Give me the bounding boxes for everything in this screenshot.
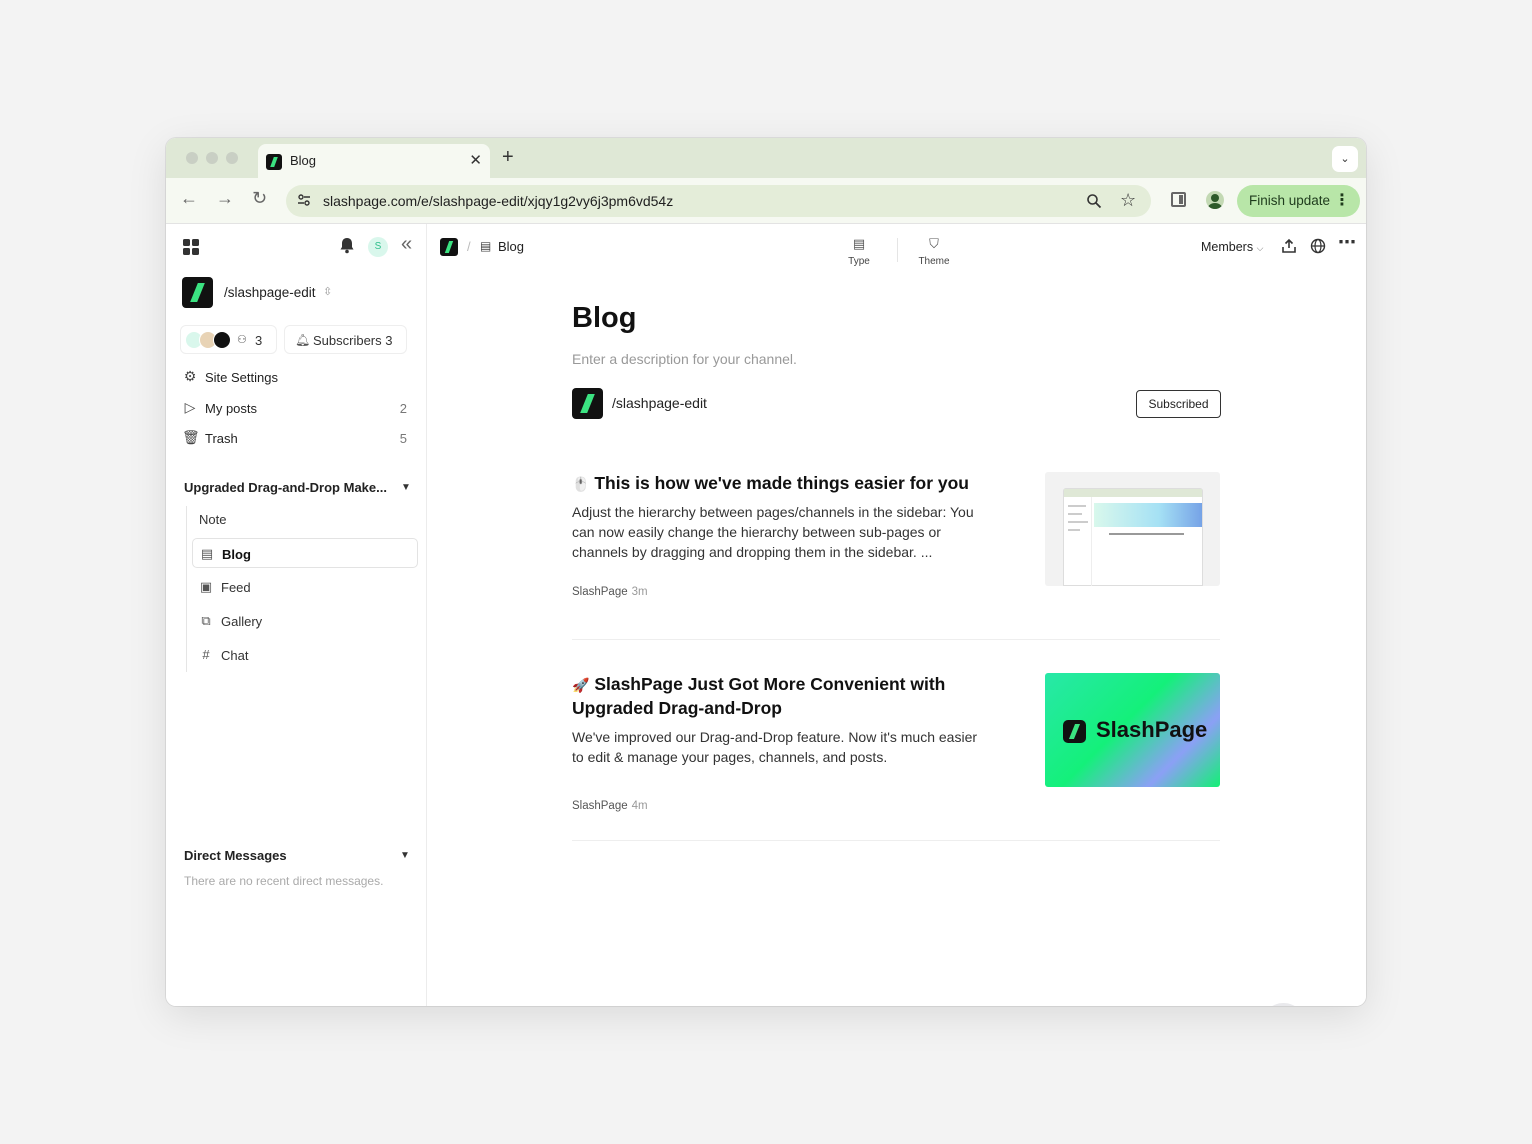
members-chip[interactable]: ⚇ 3 [180,325,277,354]
post-meta: SlashPage 4m [572,800,648,812]
post-card[interactable]: 🚀 SlashPage Just Got More Convenient wit… [572,673,1220,841]
type-icon: ▤ [852,236,866,251]
tree-item-chat[interactable]: # Chat [192,640,418,670]
tree-guide-line [186,506,187,672]
blog-icon: ▤ [200,546,214,561]
subscribers-label: Subscribers 3 [313,333,393,348]
tab-title: Blog [290,153,317,168]
globe-icon[interactable] [1310,238,1326,254]
close-window-button[interactable] [186,152,198,164]
site-logo [182,277,213,308]
breadcrumb-site-logo[interactable] [440,238,458,256]
channel-logo [572,388,603,419]
forward-icon[interactable]: → [216,188,234,209]
menu-my-posts[interactable]: ▷ My posts 2 [182,396,412,422]
caret-down-icon[interactable]: ▼ [400,850,410,861]
post-thumbnail[interactable]: SlashPage [1045,673,1220,787]
type-button[interactable]: ▤ Type [829,236,889,267]
subscribed-button[interactable]: Subscribed [1136,390,1221,418]
post-meta: SlashPage 3m [572,586,648,598]
person-icon: ⚇ [237,334,247,346]
members-dropdown[interactable]: Members ⌵ [1201,240,1263,254]
my-posts-count: 2 [399,401,407,416]
tree-item-blog[interactable]: ▤ Blog [192,538,418,568]
reload-icon[interactable]: ↻ [252,188,267,209]
site-settings-icon[interactable] [297,193,311,207]
channel-description-input[interactable]: Enter a description for your channel. [572,351,797,367]
theme-button[interactable]: ⛉ Theme [904,236,964,267]
section-title[interactable]: Upgraded Drag-and-Drop Make... [184,480,387,495]
profile-icon[interactable] [1206,191,1224,209]
browser-tab-blog[interactable]: Blog ✕ [258,144,490,178]
browser-window: Blog ✕ + ⌄ ← → ↻ slashpage.com/e/slashpa… [166,138,1366,1006]
members-count: 3 [255,333,263,348]
direct-messages-title[interactable]: Direct Messages [184,848,287,863]
dm-empty-text: There are no recent direct messages. [184,874,384,888]
tab-close-icon[interactable]: ✕ [469,151,482,169]
caret-down-icon[interactable]: ▼ [401,482,411,493]
breadcrumb-separator: / [467,239,471,254]
share-upload-icon[interactable] [1281,238,1297,254]
menu-trash[interactable]: 🗑︎ Trash 5 [182,426,412,452]
user-avatar[interactable]: S [368,237,388,257]
post-card[interactable]: 🖱️ This is how we've made things easier … [572,472,1220,640]
chevron-down-icon: ⌵ [1256,243,1264,253]
page-title: Blog [572,302,637,334]
zoom-icon[interactable] [1086,193,1102,209]
trash-icon: 🗑︎ [182,429,200,445]
bookmark-star-icon[interactable]: ☆ [1120,190,1136,211]
browser-toolbar: ← → ↻ slashpage.com/e/slashpage-edit/xjq… [166,178,1366,224]
tree-item-note[interactable]: Note [192,504,418,534]
address-bar[interactable]: slashpage.com/e/slashpage-edit/xjqy1g2vy… [286,185,1151,217]
maximize-window-button[interactable] [226,152,238,164]
finish-update-button[interactable]: Finish update ⋮ [1237,185,1360,217]
minimize-window-button[interactable] [206,152,218,164]
member-avatar [213,331,231,349]
collapse-sidebar-icon[interactable]: « [401,233,412,256]
tree-item-feed[interactable]: ▣ Feed [192,572,418,602]
bell-outline-icon: 🔔︎ [295,333,311,347]
more-horizontal-icon[interactable]: ⋯ [1338,232,1356,253]
notification-bell-icon[interactable] [339,237,355,254]
sidebar: S « /slashpage-edit ⇳ ⚇ 3 🔔︎ Subscribers… [166,224,427,1006]
hash-icon: # [202,647,210,662]
site-name[interactable]: /slashpage-edit [224,285,316,300]
paint-brush-icon: ⛉ [929,236,939,251]
url-text[interactable]: slashpage.com/e/slashpage-edit/xjqy1g2vy… [323,193,673,209]
toolbar-divider [897,238,898,262]
side-panel-icon[interactable] [1171,192,1186,207]
finish-update-label: Finish update [1249,193,1331,208]
breadcrumb-title[interactable]: Blog [498,239,524,254]
send-icon: ▷ [184,399,196,415]
post-excerpt: Adjust the hierarchy between pages/chann… [572,504,974,560]
slashpage-logo-icon [1063,720,1086,743]
feed-icon: ▣ [199,579,213,594]
tab-strip: Blog ✕ + ⌄ [166,138,1366,178]
slashpage-favicon-icon [266,154,282,170]
menu-site-settings[interactable]: ⚙ Site Settings [182,365,412,391]
subscribers-chip[interactable]: 🔔︎ Subscribers 3 [284,325,407,354]
apps-grid-icon[interactable] [183,239,199,255]
post-title[interactable]: 🖱️ This is how we've made things easier … [572,472,982,496]
gear-icon: ⚙ [183,368,197,384]
post-excerpt: We've improved our Drag-and-Drop feature… [572,729,978,765]
trash-count: 5 [399,431,407,446]
screenshot-thumbnail [1063,488,1203,586]
tree-item-gallery[interactable]: ⧉ Gallery [192,606,418,636]
kebab-menu-icon: ⋮ [1334,192,1350,209]
tab-search-button[interactable]: ⌄ [1332,146,1358,172]
blog-icon: ▤ [480,239,492,253]
channel-name[interactable]: /slashpage-edit [612,395,707,411]
gallery-icon: ⧉ [201,613,211,628]
site-switch-icon[interactable]: ⇳ [323,285,332,298]
main-content: / ▤ Blog ▤ Type ⛉ Theme Members ⌵ ⋯ Blog… [428,224,1366,1006]
help-button[interactable]: ? [1261,1003,1306,1006]
back-icon[interactable]: ← [180,188,198,209]
post-title[interactable]: 🚀 SlashPage Just Got More Convenient wit… [572,673,982,720]
new-tab-button[interactable]: + [502,146,514,169]
post-thumbnail[interactable] [1045,472,1220,586]
thumbnail-brand-text: SlashPage [1096,717,1208,742]
